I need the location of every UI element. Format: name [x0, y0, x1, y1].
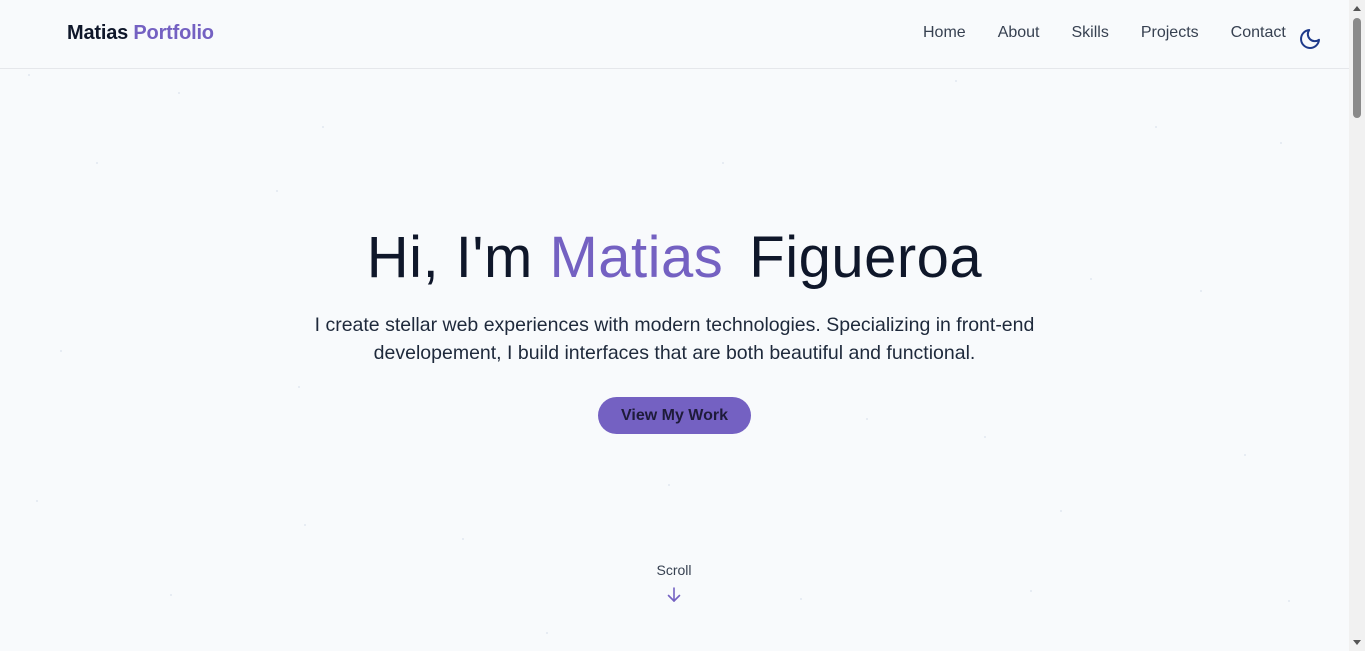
hero-section: Hi, I'm Matias Figueroa I create stellar … [0, 69, 1349, 651]
scrollbar-thumb[interactable] [1353, 18, 1361, 118]
brand-accent: Portfolio [133, 22, 214, 44]
nav-link-home[interactable]: Home [923, 24, 966, 42]
vertical-scrollbar[interactable] [1349, 0, 1365, 651]
hero-title: Hi, I'm Matias Figueroa [0, 223, 1349, 293]
brand-name: Matias [67, 22, 129, 44]
nav-link-contact[interactable]: Contact [1231, 24, 1286, 42]
scroll-down-arrow-icon[interactable] [1353, 640, 1361, 645]
scroll-up-arrow-icon[interactable] [1353, 6, 1361, 11]
hero-greeting: Hi, I'm [366, 225, 533, 290]
brand-logo[interactable]: Matias Portfolio [67, 22, 214, 45]
scroll-label: Scroll [656, 562, 692, 578]
page: Matias Portfolio Home About Skills Proje… [0, 0, 1365, 651]
moon-icon [1300, 29, 1320, 49]
hero-last-name: Figueroa [749, 225, 983, 290]
nav-link-skills[interactable]: Skills [1072, 24, 1109, 42]
view-my-work-button[interactable]: View My Work [598, 397, 751, 434]
theme-toggle-button[interactable] [1297, 26, 1323, 52]
arrow-down-icon [667, 587, 681, 602]
scroll-indicator[interactable]: Scroll [624, 562, 724, 604]
hero-first-name: Matias [549, 225, 724, 290]
navbar: Matias Portfolio Home About Skills Proje… [0, 0, 1349, 69]
nav-links: Home About Skills Projects Contact [923, 24, 1286, 42]
hero-description: I create stellar web experiences with mo… [314, 314, 1035, 364]
nav-link-about[interactable]: About [998, 24, 1040, 42]
nav-link-projects[interactable]: Projects [1141, 24, 1199, 42]
